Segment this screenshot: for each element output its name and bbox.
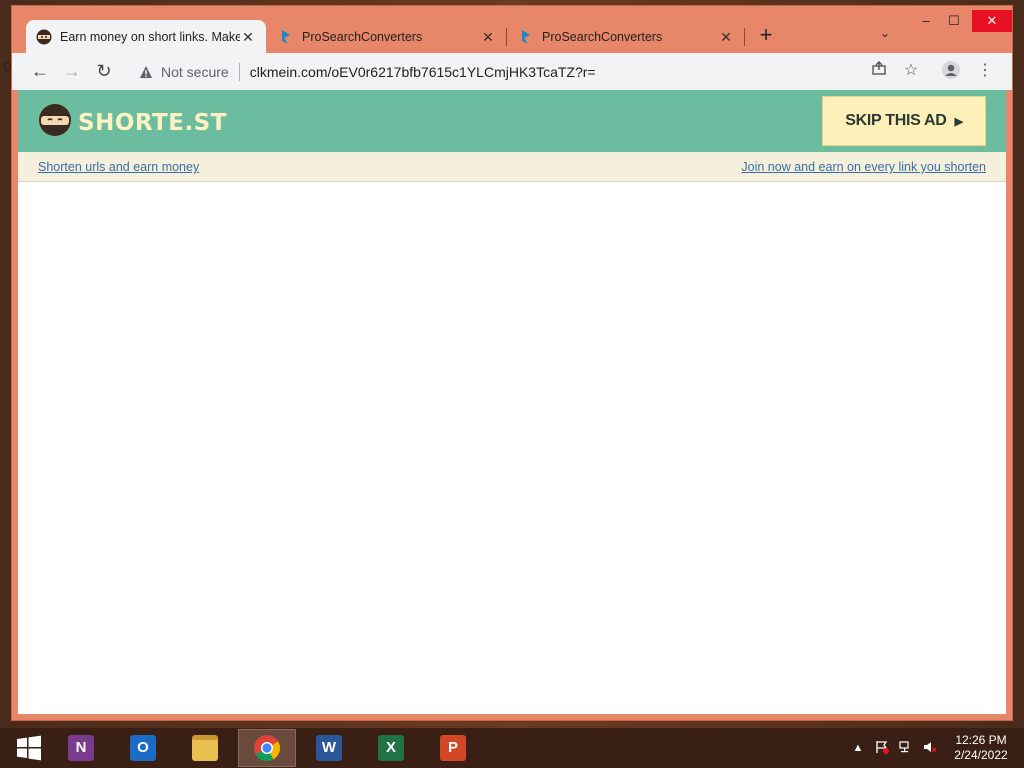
onenote-icon: N bbox=[68, 735, 94, 761]
play-arrow-icon: ▶ bbox=[954, 115, 963, 128]
tab-prosearch-1[interactable]: ProSearchConverters ✕ bbox=[268, 20, 506, 53]
tab-close-icon[interactable]: ✕ bbox=[240, 29, 256, 45]
tab-earn-money[interactable]: Earn money on short links. Make ✕ bbox=[26, 20, 266, 53]
forward-button[interactable]: → bbox=[60, 59, 84, 83]
action-center-flag-icon[interactable] bbox=[874, 740, 890, 756]
ninja-favicon bbox=[36, 29, 52, 45]
browser-window: Earn money on short links. Make ✕ ProSea… bbox=[12, 6, 1012, 720]
site-logo[interactable]: SHORTE.ST bbox=[38, 103, 227, 142]
tab-search-button[interactable]: ⌄ bbox=[876, 26, 894, 44]
chevron-up-icon[interactable]: ▲ bbox=[850, 740, 866, 756]
taskbar-outlook[interactable]: O bbox=[114, 729, 172, 767]
address-bar[interactable]: Not secure clkmein.com/oEV0r6217bfb7615c… bbox=[129, 57, 996, 86]
ninja-logo-icon bbox=[38, 103, 72, 142]
prosearch-favicon bbox=[278, 29, 294, 45]
outlook-icon: O bbox=[130, 735, 156, 761]
taskbar-excel[interactable]: X bbox=[362, 729, 420, 767]
join-now-link[interactable]: Join now and earn on every link you shor… bbox=[741, 160, 986, 174]
word-icon: W bbox=[316, 735, 342, 761]
taskbar: N O W X P ▲ 12:26 PM 2/24/2022 bbox=[0, 728, 1024, 768]
tab-close-icon[interactable]: ✕ bbox=[480, 29, 496, 45]
tab-title: ProSearchConverters bbox=[302, 29, 423, 44]
star-icon[interactable]: ☆ bbox=[900, 60, 922, 82]
browser-toolbar: ← → ↻ Not secure clkmein.com/oEV0r6217bf… bbox=[12, 53, 1012, 90]
skip-ad-button[interactable]: SKIP THIS AD ▶ bbox=[822, 96, 986, 146]
network-icon[interactable] bbox=[898, 740, 914, 756]
site-header: SHORTE.ST SKIP THIS AD ▶ bbox=[18, 90, 1006, 152]
taskbar-chrome[interactable] bbox=[238, 729, 296, 767]
folder-icon bbox=[192, 735, 218, 761]
prosearch-favicon bbox=[518, 29, 534, 45]
url-text[interactable]: clkmein.com/oEV0r6217bfb7615c1YLCmjHK3Tc… bbox=[250, 64, 596, 80]
tab-close-icon[interactable]: ✕ bbox=[718, 29, 734, 45]
new-tab-button[interactable]: + bbox=[754, 24, 778, 48]
profile-icon[interactable] bbox=[940, 60, 962, 82]
page-content: SHORTE.ST SKIP THIS AD ▶ Shorten urls an… bbox=[18, 90, 1006, 714]
tab-title: ProSearchConverters bbox=[542, 29, 663, 44]
taskbar-word[interactable]: W bbox=[300, 729, 358, 767]
tab-separator bbox=[744, 28, 745, 46]
security-label[interactable]: Not secure bbox=[161, 64, 229, 80]
warning-icon[interactable] bbox=[139, 65, 153, 79]
volume-muted-icon[interactable] bbox=[922, 740, 938, 756]
powerpoint-icon: P bbox=[440, 735, 466, 761]
share-icon[interactable] bbox=[868, 60, 890, 82]
reload-button[interactable]: ↻ bbox=[92, 59, 116, 83]
promo-bar: Shorten urls and earn money Join now and… bbox=[18, 152, 1006, 182]
tab-title: Earn money on short links. Make bbox=[60, 29, 240, 44]
windows-icon bbox=[17, 735, 41, 761]
desktop-edge-label: D bbox=[3, 60, 12, 74]
close-window-button[interactable]: ✕ bbox=[972, 10, 1012, 32]
tab-prosearch-2[interactable]: ProSearchConverters ✕ bbox=[508, 20, 744, 53]
tab-strip: Earn money on short links. Make ✕ ProSea… bbox=[12, 6, 1012, 53]
tab-separator bbox=[506, 28, 507, 46]
minimize-button[interactable]: – bbox=[912, 12, 940, 32]
maximize-button[interactable]: ☐ bbox=[940, 12, 968, 32]
taskbar-powerpoint[interactable]: P bbox=[424, 729, 482, 767]
taskbar-onenote[interactable]: N bbox=[52, 729, 110, 767]
kebab-menu-icon[interactable]: ⋮ bbox=[974, 60, 996, 82]
logo-text: SHORTE.ST bbox=[78, 109, 227, 136]
excel-icon: X bbox=[378, 735, 404, 761]
system-clock[interactable]: 12:26 PM 2/24/2022 bbox=[948, 733, 1014, 763]
shorten-urls-link[interactable]: Shorten urls and earn money bbox=[38, 160, 199, 174]
chrome-icon bbox=[254, 735, 281, 762]
clock-time: 12:26 PM bbox=[955, 733, 1007, 747]
omnibox-divider bbox=[238, 62, 240, 81]
start-button[interactable] bbox=[0, 729, 58, 767]
back-button[interactable]: ← bbox=[28, 59, 52, 83]
taskbar-file-explorer[interactable] bbox=[176, 729, 234, 767]
skip-ad-label: SKIP THIS AD bbox=[845, 112, 947, 129]
clock-date: 2/24/2022 bbox=[954, 748, 1008, 762]
